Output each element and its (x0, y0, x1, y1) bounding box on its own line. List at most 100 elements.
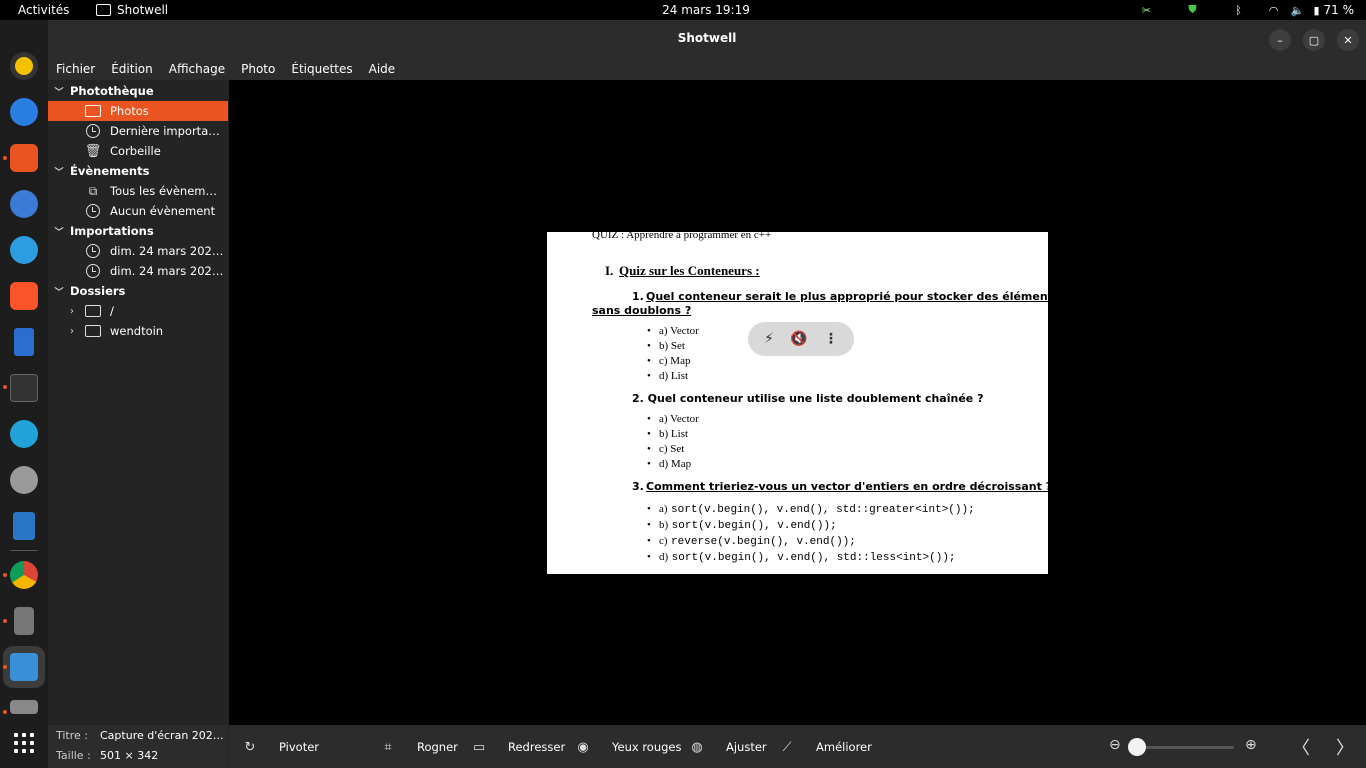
chevron-down-icon[interactable]: ﹀ (48, 165, 70, 178)
menu-etiquettes[interactable]: Étiquettes (283, 62, 360, 76)
red-eye-label: Yeux rouges (612, 740, 682, 754)
info-size-row: Taille : 501 × 342 (56, 749, 226, 765)
close-button[interactable]: ✕ (1337, 29, 1359, 51)
help-icon[interactable] (10, 236, 38, 264)
menu-edition[interactable]: Édition (103, 62, 161, 76)
photo-text-q2: 2. Quel conteneur utilise une liste doub… (632, 392, 984, 405)
photo-text-option: • c) reverse(v.begin(), v.end()); (647, 535, 856, 548)
sidebar-item-last-import[interactable]: Dernière importation (48, 121, 228, 141)
zoom-in-icon[interactable]: ⊕ (1245, 737, 1257, 753)
zoom-slider-handle[interactable] (1128, 738, 1146, 756)
photo-text-option: • a) Vector (647, 413, 699, 425)
rotate-icon: ↻ (244, 739, 256, 755)
terminal-icon[interactable] (10, 374, 38, 402)
sidebar-item-no-event[interactable]: Aucun évènement (48, 201, 228, 221)
photo-text-q3: Comment trieriez-vous un vector d'entier… (646, 480, 1048, 493)
running-indicator (3, 710, 7, 714)
running-indicator (3, 156, 7, 160)
info-size-label: Taille : (56, 749, 91, 762)
sidebar-item-folder-root[interactable]: › / (48, 301, 228, 321)
dock (0, 20, 48, 768)
sidebar-item-label: Aucun évènement (110, 204, 216, 218)
system-tray[interactable]: ✂ ⛊ ᛒ ◠ 🔈 ▮ 71 % (1124, 2, 1354, 18)
thunderbird-icon[interactable] (10, 98, 38, 126)
show-apps-icon[interactable] (14, 733, 34, 753)
translate-icon[interactable] (10, 190, 38, 218)
sidebar-item-folder-user[interactable]: › wendtoin (48, 321, 228, 341)
photo-viewer[interactable]: QUIZ : Apprendre à programmer en c++ I. … (229, 80, 1366, 725)
sidebar-header-imports[interactable]: ﹀ Importations (48, 221, 228, 241)
usb-drive-icon[interactable] (14, 607, 34, 635)
sidebar-header-label: Dossiers (70, 284, 126, 298)
enhance-button[interactable]: ⟋ Améliorer (778, 739, 871, 755)
brave-icon[interactable] (10, 282, 38, 310)
wifi-icon: ◠ (1268, 3, 1279, 17)
rotate-label: Pivoter (279, 740, 320, 754)
adjust-icon: ◍ (691, 739, 703, 755)
volume-icon: 🔈 (1290, 3, 1305, 17)
rotate-button[interactable]: ↻ Pivoter (241, 739, 319, 755)
sidebar-item-import[interactable]: dim. 24 mars 2024 1... (48, 241, 228, 261)
chevron-right-icon[interactable]: › (70, 306, 74, 317)
shotwell-icon[interactable] (10, 653, 38, 681)
sidebar-header-folders[interactable]: ﹀ Dossiers (48, 281, 228, 301)
media-overlay: ⚡ 🔇 ⋮ (748, 322, 854, 356)
sidebar-header-events[interactable]: ﹀ Évènements (48, 161, 228, 181)
red-eye-button[interactable]: ◉ Yeux rouges (574, 739, 682, 755)
menu-fichier[interactable]: Fichier (48, 62, 103, 76)
document-viewer-icon[interactable] (14, 328, 34, 356)
photo-image[interactable]: QUIZ : Apprendre à programmer en c++ I. … (547, 232, 1048, 574)
settings-icon[interactable] (10, 466, 38, 494)
more-options-icon[interactable]: ⋮ (824, 331, 838, 347)
crop-button[interactable]: ⌗ Rogner (379, 739, 458, 755)
app-center-icon[interactable] (10, 144, 38, 172)
adjust-button[interactable]: ◍ Ajuster (688, 739, 766, 755)
dock-separator (10, 550, 38, 551)
photo-text-section-title: Quiz sur les Conteneurs : (619, 263, 760, 278)
no-flash-icon[interactable]: ⚡ (764, 331, 774, 347)
chevron-down-icon[interactable]: ﹀ (48, 225, 70, 238)
photo-icon (85, 104, 101, 118)
photo-text-option: • b) Set (647, 340, 685, 352)
chevron-down-icon[interactable]: ﹀ (48, 85, 70, 98)
shotwell-window: Shotwell – ▢ ✕ Fichier Édition Affichage… (48, 20, 1366, 768)
extension-icon[interactable]: ✂ (1124, 4, 1170, 17)
history-icon (85, 124, 101, 138)
sidebar-item-trash[interactable]: 🗑 Corbeille (48, 141, 228, 161)
screenshot-icon[interactable] (10, 700, 38, 714)
photo-text-q1-num: 1. (632, 290, 644, 303)
photo-text-option: • d) Map (647, 458, 692, 470)
sidebar-item-import[interactable]: dim. 24 mars 2024 1... (48, 261, 228, 281)
menu-bar: Fichier Édition Affichage Photo Étiquett… (48, 58, 1366, 80)
chevron-right-icon[interactable]: › (70, 326, 74, 337)
question-icon (85, 204, 101, 218)
title-bar[interactable]: Shotwell – ▢ ✕ (48, 20, 1366, 58)
next-photo-button[interactable]: 〉 (1336, 734, 1354, 760)
photo-text-q3-num: 3. (632, 480, 644, 493)
menu-affichage[interactable]: Affichage (161, 62, 233, 76)
chevron-down-icon[interactable]: ﹀ (48, 285, 70, 298)
shield-icon[interactable]: ⛊ (1170, 3, 1216, 17)
sidebar-header-library[interactable]: ﹀ Photothèque (48, 81, 228, 101)
menu-aide[interactable]: Aide (361, 62, 404, 76)
zoom-slider-track[interactable] (1139, 746, 1234, 749)
writer-icon[interactable] (13, 512, 35, 540)
sidebar-header-label: Évènements (70, 164, 150, 178)
straighten-button[interactable]: ▭ Redresser (470, 739, 565, 755)
top-bar: Activités Shotwell 24 mars 19:19 ✂ ⛊ ᛒ ◠… (0, 0, 1366, 20)
mute-icon[interactable]: 🔇 (790, 331, 807, 347)
previous-photo-button[interactable]: 〈 (1292, 734, 1310, 760)
zoom-out-icon[interactable]: ⊖ (1109, 737, 1121, 753)
crop-icon: ⌗ (384, 739, 392, 755)
photo-text-q1-line2: sans doublons ? (592, 304, 692, 317)
photo-text-option: • d) List (647, 370, 689, 382)
sidebar-item-photos[interactable]: Photos (48, 101, 228, 121)
chrome-icon[interactable] (10, 561, 38, 589)
rhythmbox-icon[interactable] (10, 52, 38, 80)
folder-icon (85, 304, 101, 318)
menu-photo[interactable]: Photo (233, 62, 283, 76)
edge-icon[interactable] (10, 420, 38, 448)
minimize-button[interactable]: – (1269, 29, 1291, 51)
maximize-button[interactable]: ▢ (1303, 29, 1325, 51)
sidebar-item-all-events[interactable]: ⧉ Tous les évènements (48, 181, 228, 201)
